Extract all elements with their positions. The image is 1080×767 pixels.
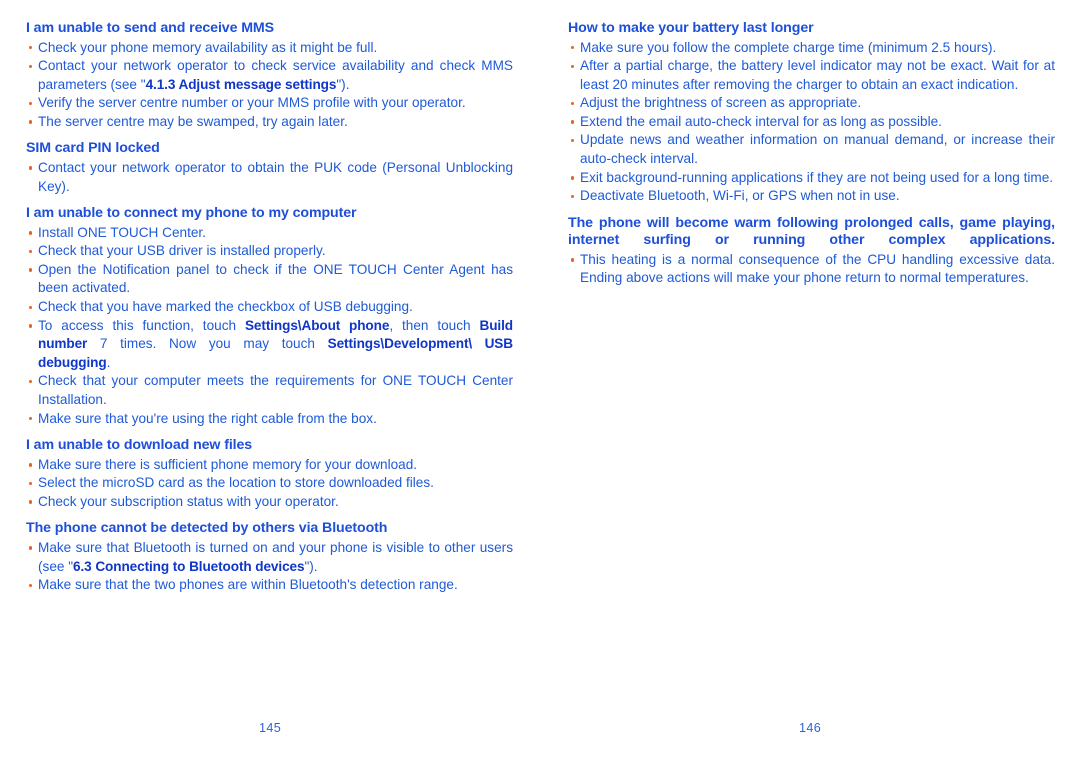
right-page-column: How to make your battery last longer Make… [568,20,1055,297]
bullet-text: Check that your USB driver is installed … [38,243,326,259]
bullet-text: "). [304,558,318,574]
bullet-text: Verify the server centre number or your … [38,95,466,111]
bullet-list: Contact your network operator to obtain … [26,159,513,196]
bullet-text: Make sure that the two phones are within… [38,577,458,593]
bullet-item: Check your subscription status with your… [26,493,513,512]
bullet-item: Contact your network operator to obtain … [26,159,513,196]
bullet-item: Make sure that the two phones are within… [26,576,513,595]
section-heading: I am unable to send and receive MMS [26,20,275,36]
bullet-text: To access this function, touch [38,317,245,333]
bullet-item: Check that you have marked the checkbox … [26,298,513,317]
bullet-text: , then touch [389,317,480,333]
bullet-item: Verify the server centre number or your … [26,94,513,113]
bullet-text: Install ONE TOUCH Center. [38,224,206,240]
bullet-text: Check your phone memory availability as … [38,39,378,55]
manual-section: I am unable to send and receive MMS Check… [26,20,513,131]
bullet-list: Make sure you follow the complete charge… [568,39,1055,206]
bullet-text: After a partial charge, the battery leve… [580,58,1055,92]
bullet-text: Make sure you follow the complete charge… [580,39,997,55]
bullet-text: Select the microSD card as the location … [38,475,434,491]
bullet-text: Exit background-running applications if … [580,169,1054,185]
manual-section: The phone will become warm following pro… [568,215,1055,288]
bullet-list: This heating is a normal consequence of … [568,251,1055,288]
page-number-left: 145 [259,721,282,735]
section-heading: The phone cannot be detected by others v… [26,520,388,537]
section-heading: I am unable to connect my phone to my co… [26,205,357,222]
bullet-text: Check your subscription status with your… [38,493,339,509]
bullet-item: Deactivate Bluetooth, Wi-Fi, or GPS when… [568,187,1055,206]
bullet-item: The server centre may be swamped, try ag… [26,113,513,132]
bullet-item: Check your phone memory availability as … [26,39,513,58]
page-number-right: 146 [799,721,822,735]
section-heading: I am unable to download new files [26,437,253,454]
cross-reference: 6.3 Connecting to Bluetooth devices [73,558,305,574]
bullet-item: Check that your computer meets the requi… [26,372,513,409]
manual-section: The phone cannot be detected by others v… [26,520,513,594]
bullet-item: Make sure you follow the complete charge… [568,39,1055,58]
manual-section: How to make your battery last longer Make… [568,20,1055,206]
bullet-item: After a partial charge, the battery leve… [568,57,1055,94]
bullet-item: Contact your network operator to check s… [26,57,513,94]
bullet-item: Exit background-running applications if … [568,169,1055,188]
bullet-item: Open the Notification panel to check if … [26,261,513,298]
bullet-item: Update news and weather information on m… [568,131,1055,168]
section-heading: How to make your battery last longer [568,20,814,36]
bullet-item: Make sure that you're using the right ca… [26,410,513,429]
bullet-text: Deactivate Bluetooth, Wi-Fi, or GPS when… [580,188,900,204]
bullet-item: Select the microSD card as the location … [26,474,513,493]
bullet-text: The server centre may be swamped, try ag… [38,113,348,129]
bullet-item: Adjust the brightness of screen as appro… [568,94,1055,113]
section-heading: SIM card PIN locked [26,140,160,157]
bullet-text: This heating is a normal consequence of … [580,251,1055,286]
bullet-item: Extend the email auto-check interval for… [568,113,1055,132]
bullet-item: Make sure that Bluetooth is turned on an… [26,539,513,576]
bullet-list: Make sure there is sufficient phone memo… [26,456,513,512]
bullet-text: Make sure that you're using the right ca… [38,410,377,426]
bullet-text: Adjust the brightness of screen as appro… [580,95,862,111]
bullet-text: Check that you have marked the checkbox … [38,299,413,315]
bullet-text: Update news and weather information on m… [580,132,1055,167]
bullet-list: Check your phone memory availability as … [26,39,513,132]
manual-page-spread: I am unable to send and receive MMS Check… [0,0,1080,767]
left-page-column: I am unable to send and receive MMS Check… [26,20,513,604]
cross-reference: 4.1.3 Adjust message settings [145,76,337,92]
bullet-text: Contact your network operator to obtain … [38,159,513,194]
bullet-item: Install ONE TOUCH Center. [26,224,513,243]
cross-reference: Settings\About phone [244,317,390,333]
manual-section: I am unable to connect my phone to my co… [26,205,513,428]
bullet-text: "). [336,76,350,92]
bullet-item: To access this function, touch Settings\… [26,317,513,373]
right-page-sections: How to make your battery last longer Make… [568,20,1055,288]
bullet-text: Make sure there is sufficient phone memo… [38,456,418,472]
bullet-item: This heating is a normal consequence of … [568,251,1055,288]
bullet-text: Open the Notification panel to check if … [38,261,513,296]
bullet-text: Extend the email auto-check interval for… [580,113,942,129]
bullet-text: Check that your computer meets the requi… [38,373,513,407]
manual-section: I am unable to download new files Make su… [26,437,513,511]
bullet-list: Install ONE TOUCH Center. Check that your… [26,224,513,429]
bullet-list: Make sure that Bluetooth is turned on an… [26,539,513,595]
bullet-text: . [106,354,111,370]
bullet-item: Make sure there is sufficient phone memo… [26,456,513,475]
manual-section: SIM card PIN locked Contact your network … [26,140,513,196]
section-heading: The phone will become warm following pro… [568,214,1055,249]
bullet-item: Check that your USB driver is installed … [26,242,513,261]
left-page-sections: I am unable to send and receive MMS Check… [26,20,513,595]
bullet-text: 7 times. Now you may touch [87,336,328,352]
